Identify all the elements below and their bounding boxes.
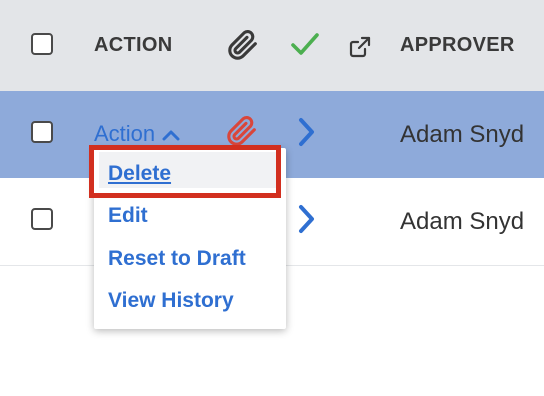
action-column-header: ACTION [94,34,173,56]
row-checkbox[interactable] [31,121,53,143]
checkmark-icon [291,33,319,55]
menu-item-edit[interactable]: Edit [108,204,148,228]
external-link-icon [349,36,371,58]
action-dropdown-toggle[interactable]: Action [94,121,180,147]
approver-name: Adam Snyd [400,121,525,148]
menu-item-view-history[interactable]: View History [108,289,234,313]
chevron-right-icon[interactable] [296,116,318,148]
table-header-row: ACTION APPROVER [0,0,544,92]
select-all-checkbox[interactable] [31,33,53,55]
approver-column-header: APPROVER [400,34,515,56]
delete-highlight-box [89,145,281,198]
approver-name: Adam Snyd [400,208,525,235]
chevron-right-icon[interactable] [296,203,318,235]
paperclip-icon[interactable] [224,114,258,148]
action-toggle-label: Action [94,121,156,146]
approvals-table: ACTION APPROVER Action Adam Snyd Adam Sn… [0,0,544,396]
row-checkbox[interactable] [31,208,53,230]
menu-item-reset-to-draft[interactable]: Reset to Draft [108,247,246,271]
chevron-up-icon [162,130,180,141]
paperclip-icon [228,29,257,60]
